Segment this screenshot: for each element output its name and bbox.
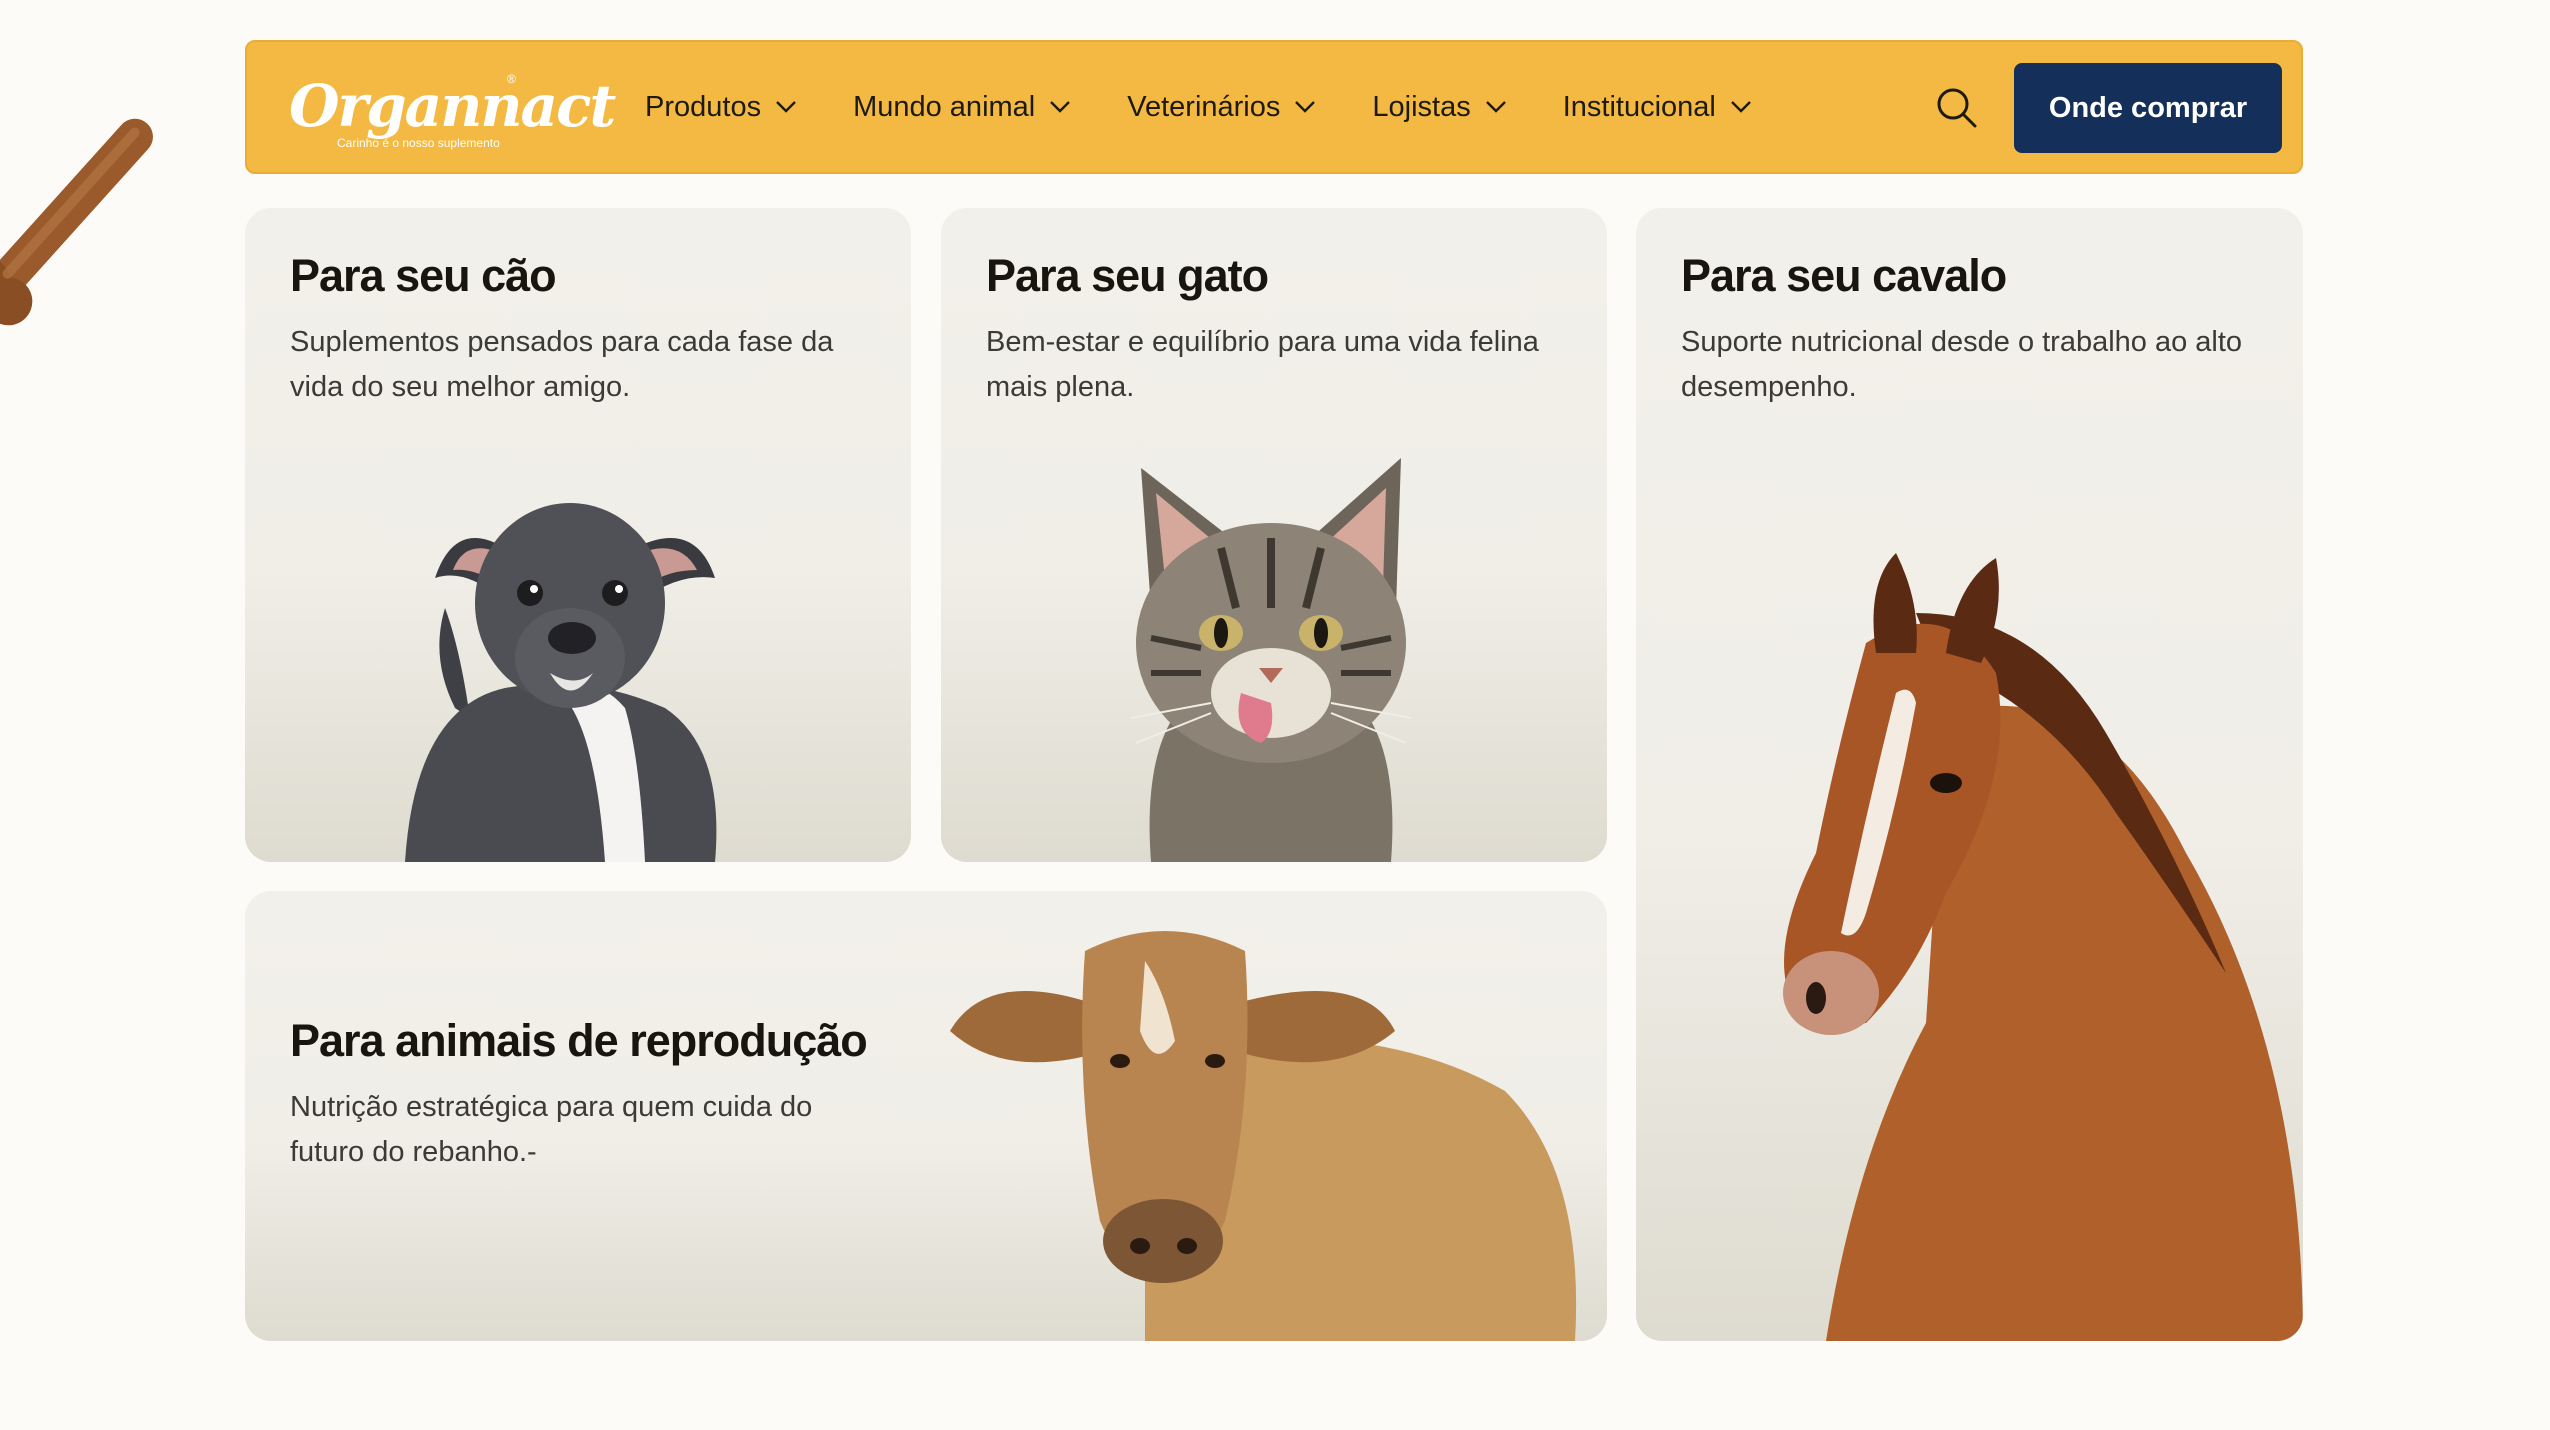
brand-logo[interactable]: Organnact ® Carinho é o nosso suplemento xyxy=(289,70,616,150)
nav-item-label: Lojistas xyxy=(1372,90,1471,123)
chevron-down-icon xyxy=(1295,101,1316,113)
cow-image xyxy=(950,931,1577,1341)
card-title: Para animais de reprodução xyxy=(290,1015,868,1066)
nav-item-mundo-animal[interactable]: Mundo animal xyxy=(853,91,1071,124)
card-dog[interactable]: Para seu cão Suplementos pensados para c… xyxy=(245,208,911,862)
card-description: Bem-estar e equilíbrio para uma vida fel… xyxy=(986,326,1539,403)
card-title: Para seu cavalo xyxy=(1681,250,2007,301)
chevron-down-icon xyxy=(1731,101,1751,113)
card-description: Suplementos pensados para cada fase da v… xyxy=(290,326,834,403)
brand-name: Organnact xyxy=(289,72,616,140)
card-description: Suporte nutricional desde o trabalho ao … xyxy=(1681,326,2243,403)
where-to-buy-button[interactable]: Onde comprar xyxy=(2014,63,2282,153)
search-icon[interactable] xyxy=(1934,85,1978,129)
card-cat[interactable]: Para seu gato Bem-estar e equilíbrio par… xyxy=(941,208,1607,862)
nav-item-label: Mundo animal xyxy=(853,90,1036,123)
main-nav: Produtos Mundo animal Veterinários Lojis… xyxy=(645,42,1808,172)
nav-item-institucional[interactable]: Institucional xyxy=(1563,91,1752,124)
bone-icon xyxy=(0,118,153,326)
nav-item-lojistas[interactable]: Lojistas xyxy=(1372,91,1506,124)
card-cow[interactable]: Para animais de reprodução Nutrição estr… xyxy=(245,891,1607,1341)
chevron-down-icon xyxy=(1485,101,1506,113)
nav-item-label: Institucional xyxy=(1562,90,1716,123)
card-title: Para seu gato xyxy=(986,250,1269,301)
card-description: Nutrição estratégica para quem cuida do … xyxy=(290,1091,813,1168)
nav-item-veterinarios[interactable]: Veterinários xyxy=(1127,91,1316,124)
card-title: Para seu cão xyxy=(290,250,557,301)
brand-registered-mark: ® xyxy=(507,72,516,86)
nav-item-label: Produtos xyxy=(645,90,762,123)
horse-image xyxy=(1783,553,2303,1341)
site-header: Organnact ® Carinho é o nosso suplemento… xyxy=(245,40,2303,174)
chevron-down-icon xyxy=(1050,101,1071,113)
brand-tagline: Carinho é o nosso suplemento xyxy=(337,136,500,150)
chevron-down-icon xyxy=(776,101,796,113)
cat-image xyxy=(1130,458,1412,862)
nav-item-label: Veterinários xyxy=(1127,90,1281,123)
nav-item-produtos[interactable]: Produtos xyxy=(645,91,797,124)
card-horse[interactable]: Para seu cavalo Suporte nutricional desd… xyxy=(1636,208,2303,1341)
dog-image xyxy=(405,503,717,862)
